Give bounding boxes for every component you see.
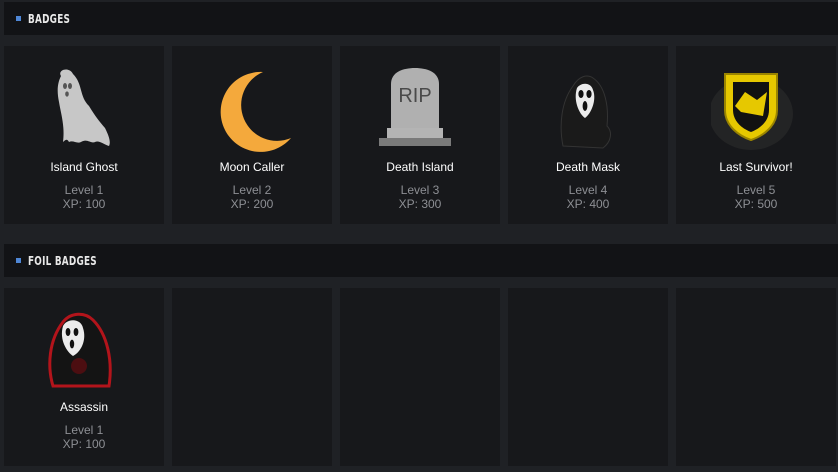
death-mask-icon <box>560 75 611 149</box>
badge-card-death-mask[interactable]: Death Mask Level 4 XP: 400 <box>508 46 668 224</box>
badge-xp: XP: 400 <box>566 197 610 211</box>
moon-icon <box>220 71 291 152</box>
badge-name: Assassin <box>59 400 109 414</box>
badges-title: BADGES <box>28 11 71 26</box>
section-bullet <box>16 258 21 263</box>
badge-name: Death Mask <box>555 160 621 174</box>
badge-card-death-island[interactable]: RIP Death Island Level 3 XP: 300 <box>340 46 500 224</box>
empty-badge-slot <box>676 288 836 466</box>
badge-card-last-survivor[interactable]: Last Survivor! Level 5 XP: 500 <box>676 46 836 224</box>
empty-badge-slot <box>340 288 500 466</box>
badges-header: BADGES <box>4 2 838 35</box>
assassin-icon <box>48 312 112 388</box>
badge-level: Level 5 <box>736 183 776 197</box>
tombstone-icon: RIP <box>379 68 451 146</box>
foil-badges-header: FOIL BADGES <box>4 244 838 277</box>
badge-xp: XP: 100 <box>62 197 106 211</box>
badge-xp: XP: 100 <box>62 437 106 451</box>
shield-icon <box>711 73 793 150</box>
empty-badge-slot <box>508 288 668 466</box>
section-bullet <box>16 16 21 21</box>
foil-badges-grid: Assassin Level 1 XP: 100 <box>4 288 836 466</box>
badge-level: Level 3 <box>400 183 440 197</box>
badge-name: Death Island <box>386 160 454 174</box>
badge-card-assassin[interactable]: Assassin Level 1 XP: 100 <box>4 288 164 466</box>
badge-level: Level 1 <box>64 423 104 437</box>
badges-grid: Island Ghost Level 1 XP: 100 Moon Caller… <box>4 46 836 224</box>
badge-card-moon-caller[interactable]: Moon Caller Level 2 XP: 200 <box>172 46 332 224</box>
ghost-icon <box>57 69 110 146</box>
badge-xp: XP: 300 <box>398 197 442 211</box>
badge-xp: XP: 200 <box>230 197 274 211</box>
badge-card-island-ghost[interactable]: Island Ghost Level 1 XP: 100 <box>4 46 164 224</box>
badge-name: Moon Caller <box>219 160 285 174</box>
badge-level: Level 2 <box>232 183 272 197</box>
badge-level: Level 4 <box>568 183 608 197</box>
badge-name: Island Ghost <box>50 160 118 174</box>
foil-badges-title: FOIL BADGES <box>28 253 97 268</box>
badge-xp: XP: 500 <box>734 197 778 211</box>
badge-name: Last Survivor! <box>719 160 793 174</box>
tombstone-text: RIP <box>398 85 431 107</box>
badge-level: Level 1 <box>64 183 104 197</box>
empty-badge-slot <box>172 288 332 466</box>
